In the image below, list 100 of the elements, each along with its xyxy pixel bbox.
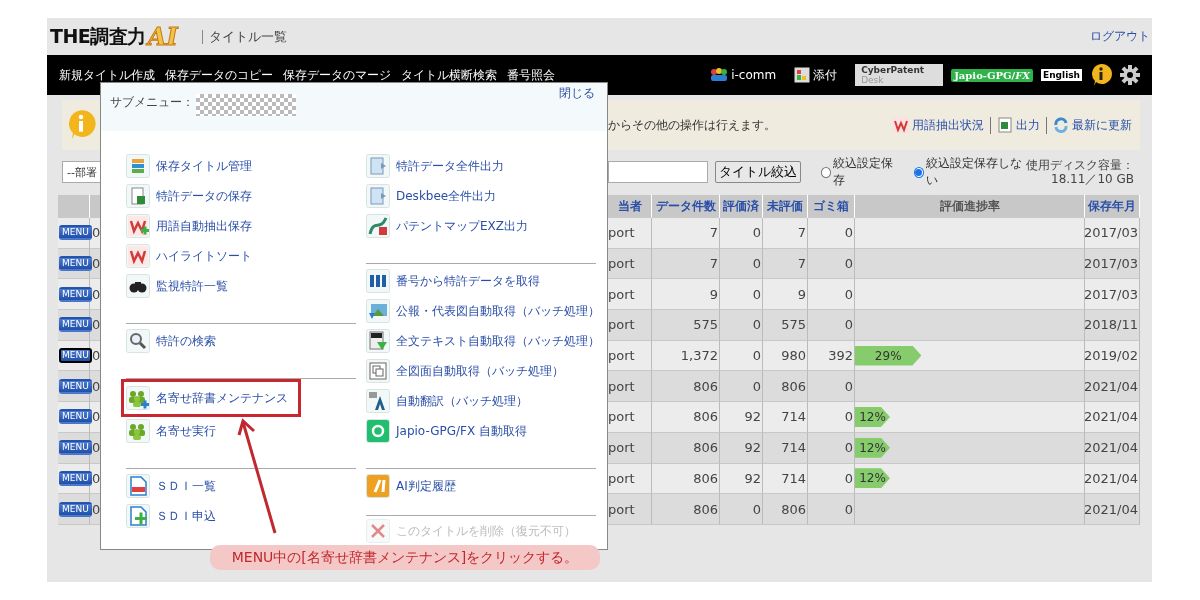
table-cell: 2017/03 bbox=[1084, 286, 1138, 302]
tool-link[interactable]: i-comm bbox=[731, 68, 777, 82]
menu-button[interactable]: MENU bbox=[59, 501, 92, 517]
search-field[interactable] bbox=[608, 161, 708, 183]
menu-button[interactable]: MENU bbox=[59, 470, 92, 486]
page-title: タイトル一覧 bbox=[201, 29, 287, 44]
menu-button[interactable]: MENU bbox=[59, 378, 92, 394]
menu-button[interactable]: MENU bbox=[59, 409, 92, 425]
table-cell: 714 bbox=[781, 470, 806, 486]
image-download-icon bbox=[366, 299, 390, 323]
submenu-item[interactable]: ＳＤＩ一覧 bbox=[126, 471, 356, 501]
filter-button[interactable]: タイトル絞込 bbox=[715, 161, 801, 183]
logout-link[interactable]: ログアウト bbox=[1090, 28, 1150, 45]
table-cell: 0 bbox=[752, 286, 761, 302]
table-cell: 714 bbox=[781, 409, 806, 425]
disk-usage: 18.11／10 GB bbox=[1050, 172, 1134, 186]
submenu-item[interactable]: パテントマップEXZ出力 bbox=[366, 211, 596, 241]
submenu-item[interactable]: 名寄せ辞書メンテナンス bbox=[123, 381, 299, 415]
table-cell: 0 bbox=[92, 409, 101, 425]
language-button[interactable]: English bbox=[1041, 69, 1082, 81]
radio-button[interactable] bbox=[913, 166, 925, 178]
table-cell: port bbox=[608, 317, 635, 333]
table-cell: port bbox=[608, 225, 635, 241]
nav-link[interactable]: 保存データのコピー bbox=[165, 67, 273, 82]
tool-link[interactable]: 添付 bbox=[813, 66, 838, 84]
nav-link[interactable]: タイトル横断検索 bbox=[401, 67, 497, 82]
table-cell: 806 bbox=[781, 378, 806, 394]
menu-button[interactable]: MENU bbox=[59, 225, 92, 241]
table-cell: 806 bbox=[693, 501, 718, 517]
nav-link[interactable]: 新規タイトル作成 bbox=[59, 67, 155, 82]
table-cell: 92 bbox=[744, 409, 761, 425]
submenu-item[interactable]: 名寄せ実行 bbox=[126, 416, 356, 446]
menu-button[interactable]: MENU bbox=[59, 440, 92, 456]
nav-link[interactable]: 保存データのマージ bbox=[283, 67, 391, 82]
table-cell: port bbox=[608, 470, 635, 486]
refresh-icon bbox=[1053, 117, 1069, 133]
submenu-item[interactable]: 特許の検索 bbox=[126, 326, 356, 356]
table-cell: 0 bbox=[844, 378, 853, 394]
table-cell: port bbox=[608, 348, 635, 364]
submenu-item[interactable]: AI判定履歴 bbox=[366, 471, 596, 501]
table-cell: 0 bbox=[844, 501, 853, 517]
translate-icon bbox=[366, 389, 390, 413]
table-cell: 0 bbox=[752, 348, 761, 364]
progress-bar: 29% bbox=[855, 345, 922, 366]
table-cell: 392 bbox=[828, 348, 853, 364]
bars-icon bbox=[366, 269, 390, 293]
info-icon[interactable] bbox=[1090, 63, 1112, 87]
table-cell: 806 bbox=[693, 440, 718, 456]
document-export-icon bbox=[366, 184, 390, 208]
tile-icon bbox=[366, 474, 390, 498]
table-cell: 92 bbox=[744, 470, 761, 486]
progress-bar: 12% bbox=[855, 406, 890, 427]
submenu-item[interactable]: 監視特許一覧 bbox=[126, 271, 356, 301]
radio-label[interactable]: 絞込設定保存 bbox=[833, 155, 900, 189]
table-cell: 0 bbox=[92, 225, 101, 241]
action-link[interactable]: 出力 bbox=[1016, 116, 1040, 134]
submenu-item[interactable]: ハイライトソート bbox=[126, 241, 356, 271]
nav-link[interactable]: 番号照会 bbox=[507, 67, 555, 82]
submenu-item[interactable]: ＳＤＩ申込 bbox=[126, 501, 356, 531]
document-export-icon bbox=[366, 154, 390, 178]
submenu-item[interactable]: 番号から特許データを取得 bbox=[366, 266, 596, 296]
table-cell: port bbox=[608, 440, 635, 456]
table-cell: 0 bbox=[752, 501, 761, 517]
table-cell: port bbox=[608, 501, 635, 517]
settings-icon[interactable] bbox=[1120, 65, 1140, 85]
menu-button[interactable]: MENU bbox=[59, 348, 92, 364]
submenu-item[interactable]: 特許データの保存 bbox=[126, 181, 356, 211]
radio-button[interactable] bbox=[821, 166, 832, 178]
table-cell: 0 bbox=[92, 470, 101, 486]
submenu-item[interactable]: 全図面自動取得（バッチ処理） bbox=[366, 356, 596, 386]
table-cell: 0 bbox=[92, 256, 101, 272]
table-cell: 2021/04 bbox=[1084, 409, 1138, 425]
table-cell: 0 bbox=[92, 501, 101, 517]
table-cell: 2021/04 bbox=[1084, 440, 1138, 456]
progress-bar: 12% bbox=[855, 468, 890, 489]
action-link[interactable]: 最新に更新 bbox=[1072, 116, 1132, 134]
table-cell: 0 bbox=[92, 317, 101, 333]
action-link[interactable]: 用語抽出状況 bbox=[912, 116, 984, 134]
submenu-item[interactable]: 用語自動抽出保存 bbox=[126, 211, 356, 241]
table-cell: 7 bbox=[797, 225, 806, 241]
submenu-item[interactable]: 保存タイトル管理 bbox=[126, 151, 356, 181]
close-link[interactable]: 閉じる bbox=[559, 85, 595, 102]
submenu-item[interactable]: Deskbee全件出力 bbox=[366, 181, 596, 211]
binoculars-icon bbox=[126, 274, 150, 298]
menu-button[interactable]: MENU bbox=[59, 286, 92, 302]
menu-button[interactable]: MENU bbox=[59, 317, 92, 333]
service-badge[interactable]: CyberPatent Desk bbox=[855, 64, 944, 86]
submenu-item[interactable]: 特許データ全件出力 bbox=[366, 151, 596, 181]
submenu-title: サブメニュー： bbox=[110, 94, 194, 111]
table-cell: 0 bbox=[752, 225, 761, 241]
submenu-item[interactable]: 自動翻訳（バッチ処理） bbox=[366, 386, 596, 416]
logo: THE調査力 bbox=[50, 23, 146, 49]
radio-label[interactable]: 絞込設定保存しない bbox=[926, 155, 1026, 189]
submenu-item[interactable]: 全文テキスト自動取得（バッチ処理） bbox=[366, 326, 596, 356]
table-cell: 806 bbox=[693, 470, 718, 486]
menu-button[interactable]: MENU bbox=[59, 256, 92, 272]
submenu-item[interactable]: Japio-GPG/FX 自動取得 bbox=[366, 416, 596, 446]
submenu-item[interactable]: 公報・代表図自動取得（バッチ処理） bbox=[366, 296, 596, 326]
table-cell: 806 bbox=[693, 378, 718, 394]
table-cell: 2019/02 bbox=[1084, 348, 1138, 364]
